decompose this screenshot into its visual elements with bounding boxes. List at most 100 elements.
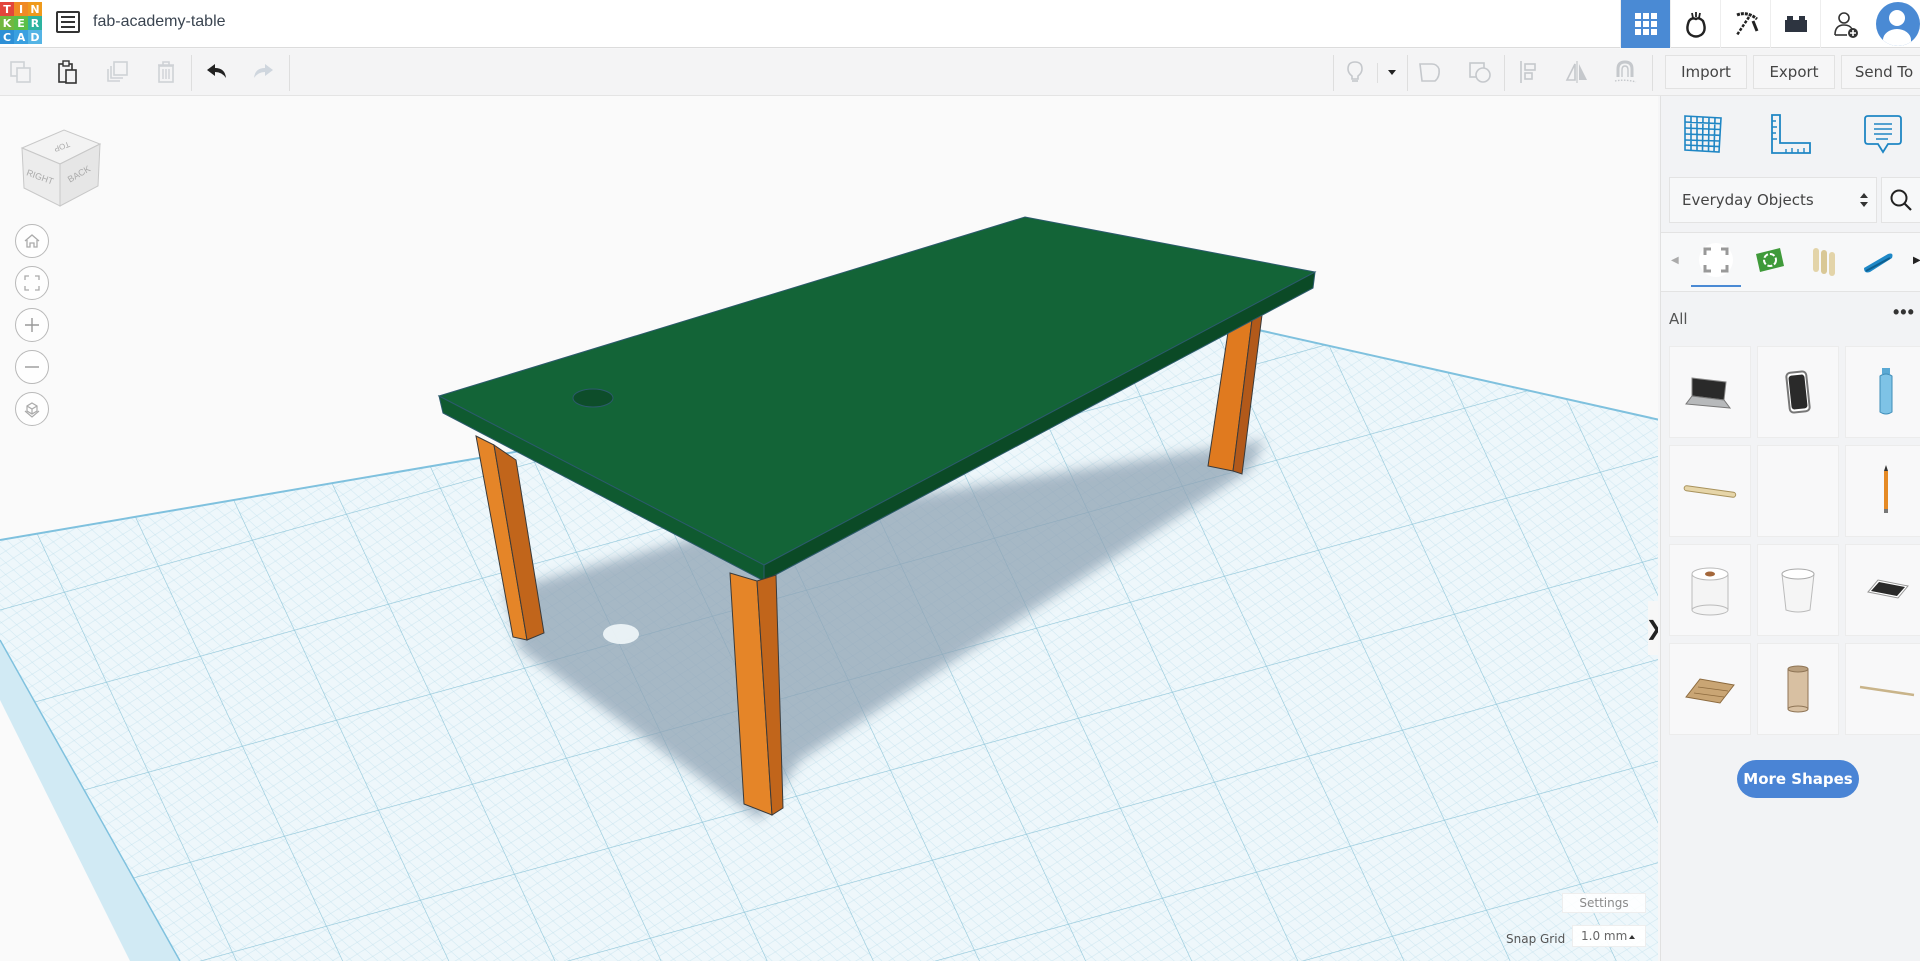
- lego-button[interactable]: [1770, 0, 1820, 48]
- group-button[interactable]: [1415, 57, 1445, 87]
- stick-icon: [1683, 485, 1737, 498]
- workplane-scene[interactable]: [0, 96, 1658, 961]
- shape-skewer[interactable]: [1845, 643, 1920, 735]
- shape-popsicle-stick[interactable]: [1669, 445, 1751, 537]
- paste-button[interactable]: [53, 57, 83, 87]
- caret-down-icon: [1388, 70, 1396, 75]
- paste-icon: [58, 60, 77, 84]
- share-button[interactable]: [1820, 0, 1870, 48]
- 3d-design-view-button[interactable]: [1620, 0, 1670, 48]
- undo-icon: [207, 64, 226, 78]
- shape-tablet[interactable]: [1845, 544, 1920, 636]
- view-cube[interactable]: TOP RIGHT BACK: [18, 122, 104, 212]
- workplane-settings-button[interactable]: Settings: [1562, 893, 1646, 913]
- notes-dropdown-button[interactable]: [1377, 57, 1407, 87]
- category-recycling[interactable]: [1745, 237, 1795, 283]
- shape-laptop[interactable]: [1669, 346, 1751, 438]
- logo-letter: D: [28, 30, 42, 44]
- panel-collapse-handle[interactable]: ❯: [1646, 601, 1658, 655]
- bottle-icon: [1879, 368, 1893, 415]
- brick-icon: [1784, 16, 1807, 32]
- ungroup-button[interactable]: [1465, 57, 1495, 87]
- mirror-icon: [1565, 61, 1587, 83]
- fit-icon: [24, 275, 40, 291]
- logo-letter: I: [14, 2, 28, 16]
- shape-empty[interactable]: [1757, 445, 1839, 537]
- shape-cork-board[interactable]: [1669, 643, 1751, 735]
- import-button[interactable]: Import: [1665, 55, 1747, 89]
- logo-letter: E: [14, 16, 28, 30]
- toilet-paper-icon: [1691, 567, 1729, 616]
- toolbar-divider: [191, 55, 192, 91]
- shape-smartphone[interactable]: [1757, 346, 1839, 438]
- chevron-right-icon: ❯: [1646, 616, 1658, 641]
- shape-toilet-paper[interactable]: [1669, 544, 1751, 636]
- cup-icon: [1781, 568, 1815, 613]
- cruise-button[interactable]: [1610, 57, 1640, 87]
- magnet-icon: [1614, 60, 1637, 83]
- category-dowels[interactable]: [1799, 237, 1849, 283]
- stapler-icon: [1864, 253, 1893, 273]
- duplicate-icon: [107, 61, 128, 82]
- redo-button[interactable]: [248, 57, 278, 87]
- category-stapler[interactable]: [1853, 237, 1903, 283]
- profile-avatar[interactable]: [1870, 0, 1920, 48]
- document-title[interactable]: fab-academy-table: [93, 13, 226, 31]
- align-icon: [1520, 61, 1536, 83]
- fit-view-button[interactable]: [15, 266, 49, 300]
- undo-button[interactable]: [202, 57, 232, 87]
- group-icon: [1419, 63, 1440, 82]
- edit-toolbar: Import Export Send To: [0, 49, 1920, 96]
- projection-button[interactable]: [15, 392, 49, 426]
- duplicate-button[interactable]: [103, 57, 133, 87]
- shape-search-button[interactable]: [1881, 177, 1920, 223]
- delete-button[interactable]: [151, 57, 181, 87]
- notes-light-button[interactable]: [1340, 57, 1370, 87]
- toolbar-divider: [1652, 55, 1653, 91]
- toolbar-divider: [289, 55, 290, 91]
- design-menu-icon[interactable]: [56, 11, 80, 33]
- zoom-in-button[interactable]: [15, 308, 49, 342]
- minecraft-button[interactable]: [1720, 0, 1770, 48]
- library-select[interactable]: Everyday Objects: [1669, 177, 1877, 223]
- tinkercad-logo[interactable]: TINKERCAD: [0, 2, 42, 44]
- category-next-icon[interactable]: ▶: [1913, 255, 1920, 266]
- laptop-icon: [1685, 377, 1732, 409]
- plus-icon: [25, 318, 39, 332]
- redo-icon: [254, 64, 273, 78]
- snap-grid-label: Snap Grid: [1506, 932, 1566, 946]
- category-prev-icon[interactable]: ◀: [1671, 255, 1679, 266]
- section-label: All: [1669, 310, 1688, 328]
- mirror-button[interactable]: [1562, 57, 1592, 87]
- ungroup-icon: [1469, 62, 1491, 83]
- ruler-tool-button[interactable]: [1765, 108, 1817, 160]
- shape-cardboard-tube[interactable]: [1757, 643, 1839, 735]
- category-all[interactable]: [1691, 237, 1741, 287]
- logo-letter: R: [28, 16, 42, 30]
- workplane-tool-button[interactable]: [1677, 108, 1729, 160]
- send-to-button[interactable]: Send To: [1841, 55, 1920, 89]
- shape-pencil[interactable]: [1845, 445, 1920, 537]
- shape-water-bottle[interactable]: [1845, 346, 1920, 438]
- ruler-icon: [1771, 114, 1811, 154]
- avatar-icon: [1876, 2, 1920, 46]
- shape-paper-cup[interactable]: [1757, 544, 1839, 636]
- pickaxe-icon: [1735, 12, 1758, 36]
- home-view-button[interactable]: [15, 224, 49, 258]
- toolbar-divider: [1407, 55, 1408, 91]
- align-button[interactable]: [1514, 57, 1544, 87]
- shapes-panel: Everyday Objects ◀ ▶ All ••• More Shapes: [1660, 96, 1920, 961]
- circuits-button[interactable]: [1670, 0, 1720, 48]
- category-row: ◀ ▶: [1661, 232, 1920, 292]
- copy-button[interactable]: [6, 57, 36, 87]
- more-options-icon[interactable]: •••: [1893, 302, 1915, 323]
- more-shapes-button[interactable]: More Shapes: [1737, 760, 1859, 798]
- snap-grid-select[interactable]: 1.0 mm: [1572, 925, 1646, 947]
- toolbar-divider: [1504, 55, 1505, 91]
- bag-icon: [1685, 12, 1706, 38]
- 3d-viewport[interactable]: TOP RIGHT BACK Settings Snap Grid 1.0 mm…: [0, 96, 1658, 961]
- logo-letter: N: [28, 2, 42, 16]
- zoom-out-button[interactable]: [15, 350, 49, 384]
- notes-tool-button[interactable]: [1857, 108, 1909, 160]
- export-button[interactable]: Export: [1753, 55, 1835, 89]
